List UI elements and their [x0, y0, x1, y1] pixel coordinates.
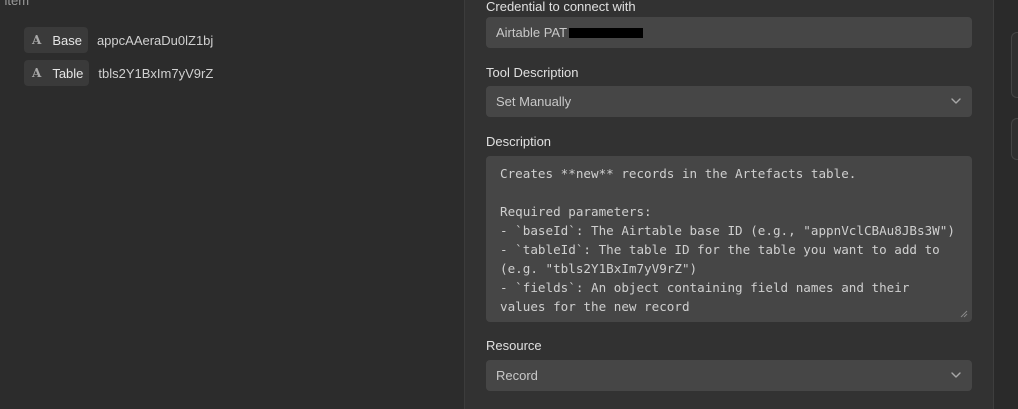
resize-handle-icon[interactable]	[960, 310, 968, 318]
output-card[interactable]	[1011, 118, 1018, 160]
resource-label: Resource	[486, 338, 542, 353]
description-textarea[interactable]: Creates **new** records in the Artefacts…	[486, 156, 972, 322]
tool-description-select[interactable]: Set Manually	[486, 86, 972, 117]
resource-value: Record	[496, 368, 538, 383]
field-name: Base	[52, 32, 82, 48]
field-row-table[interactable]: A Table tbls2Y1BxIm7yV9rZ	[24, 60, 213, 86]
app-root: l item A Base appcAAeraDu0lZ1bj A Table …	[0, 0, 1018, 409]
output-card[interactable]	[1011, 32, 1018, 98]
field-tag[interactable]: A Base	[24, 27, 88, 53]
input-panel: l item A Base appcAAeraDu0lZ1bj A Table …	[0, 0, 464, 409]
output-panel-edge	[994, 0, 1018, 409]
credential-value: Airtable PAT	[496, 25, 644, 40]
description-label: Description	[486, 134, 552, 149]
text-type-icon: A	[32, 66, 42, 80]
parameters-panel: Credential to connect with Airtable PAT …	[465, 0, 993, 409]
redacted-block	[569, 27, 644, 38]
chevron-down-icon[interactable]	[950, 95, 962, 107]
field-value: tbls2Y1BxIm7yV9rZ	[98, 65, 214, 81]
tool-description-value: Set Manually	[496, 94, 572, 109]
field-row-base[interactable]: A Base appcAAeraDu0lZ1bj	[24, 27, 213, 53]
credential-label: Credential to connect with	[486, 0, 636, 14]
field-tag[interactable]: A Table	[24, 60, 90, 86]
field-value: appcAAeraDu0lZ1bj	[96, 32, 214, 48]
panel-header: l item	[0, 0, 30, 8]
chevron-down-icon[interactable]	[950, 369, 962, 381]
resource-select[interactable]: Record	[486, 360, 972, 391]
text-type-icon: A	[32, 33, 42, 47]
credential-select[interactable]: Airtable PAT	[486, 17, 972, 48]
field-name: Table	[52, 65, 84, 81]
tool-description-label: Tool Description	[486, 65, 579, 80]
